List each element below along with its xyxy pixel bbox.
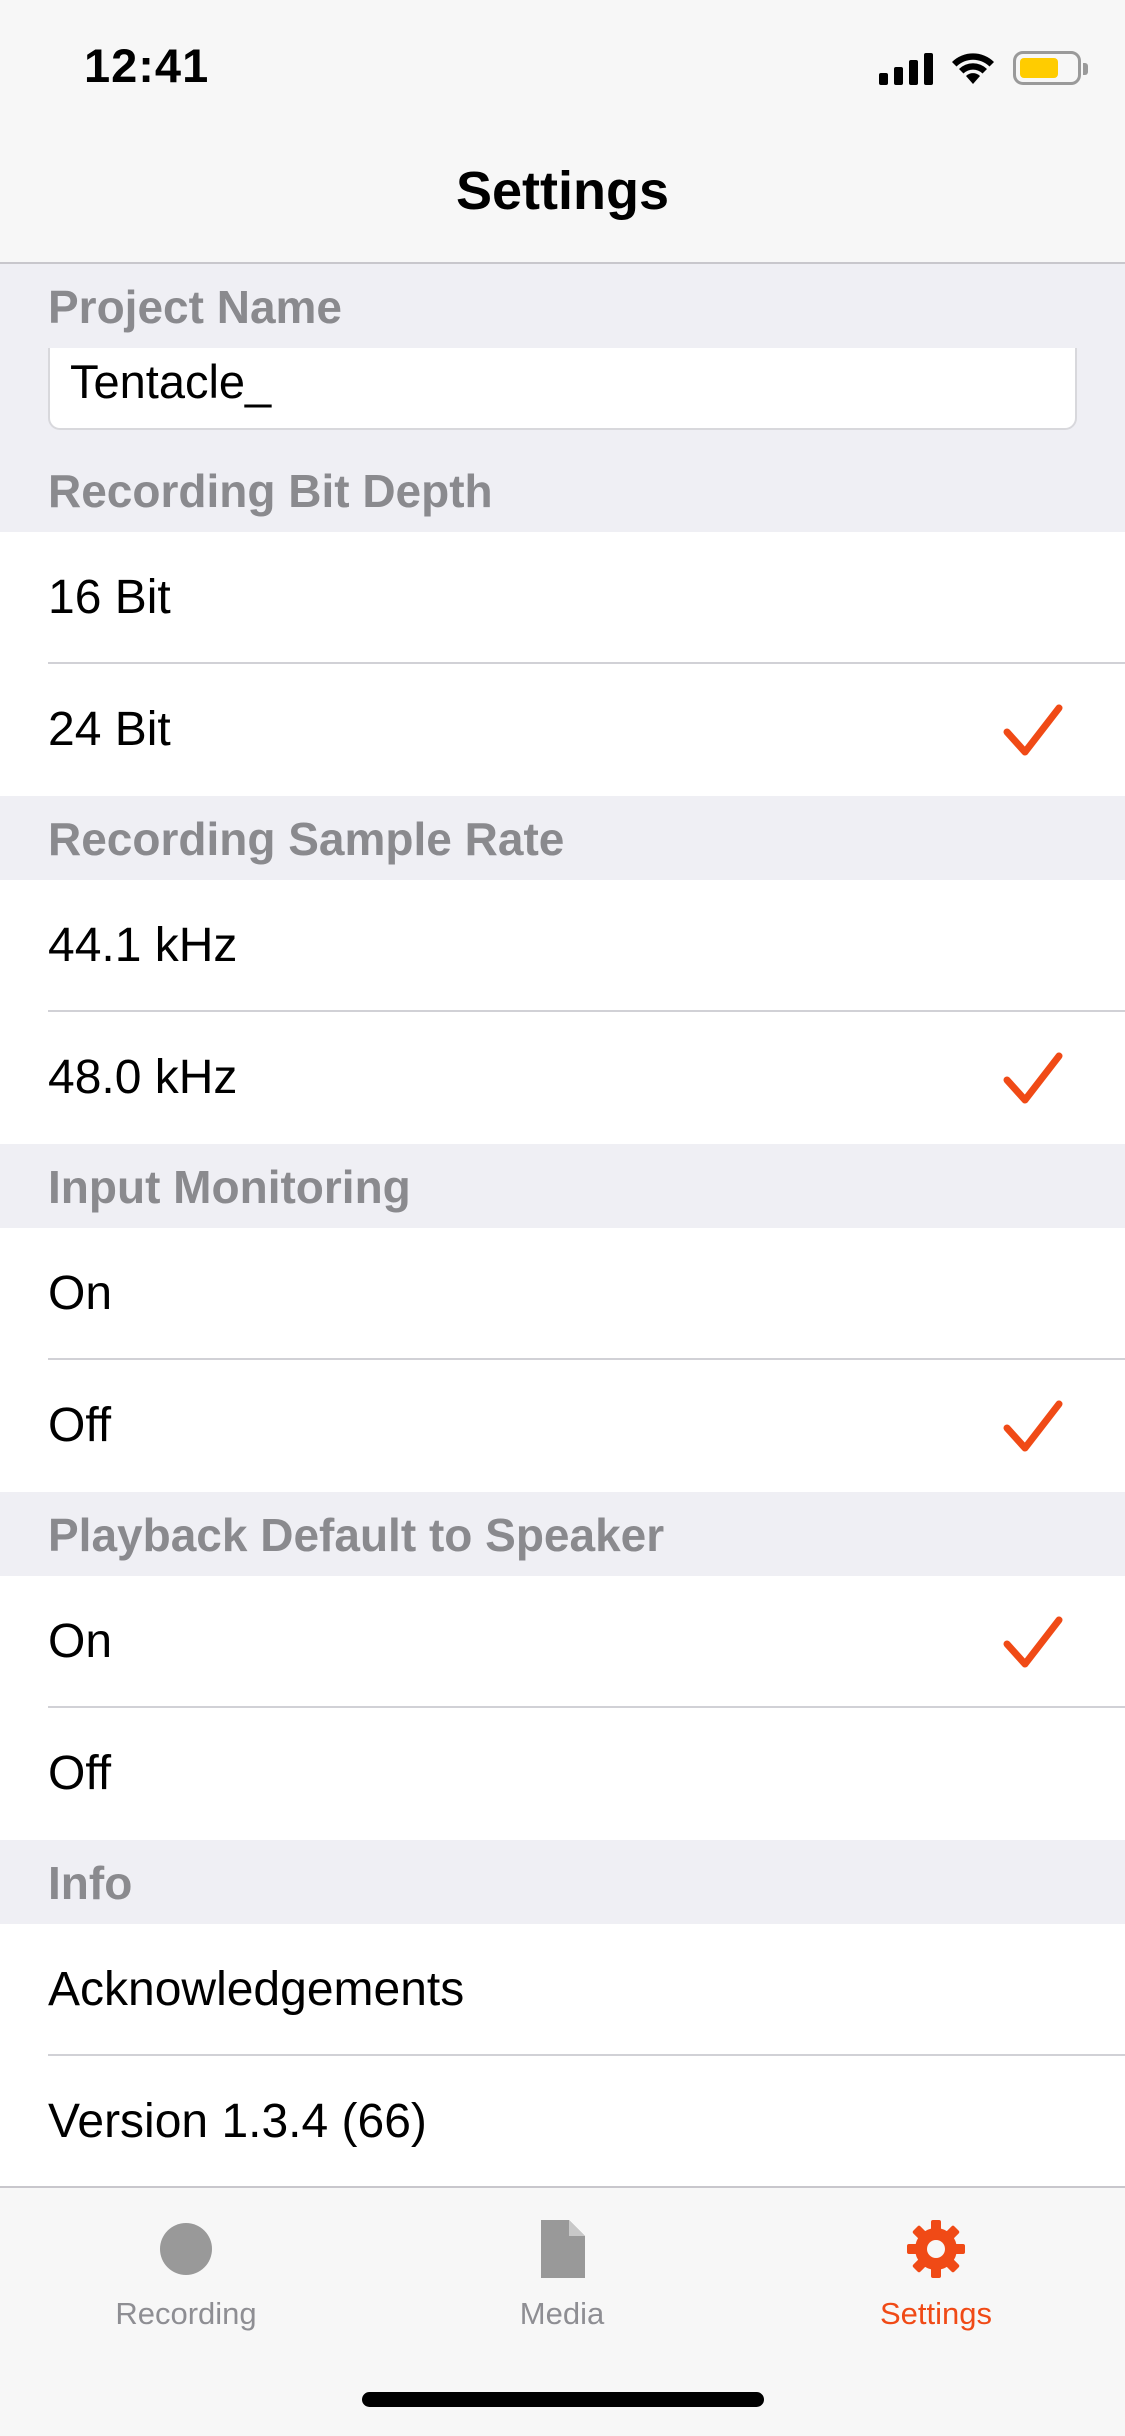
section-header-playback-speaker: Playback Default to Speaker — [0, 1492, 1125, 1576]
record-circle-icon — [160, 2223, 212, 2275]
section-header-input-monitoring: Input Monitoring — [0, 1144, 1125, 1228]
gear-icon — [907, 2220, 965, 2278]
checkmark-icon — [1003, 1400, 1063, 1452]
project-name-value: Tentacle_ — [70, 355, 272, 408]
project-name-field-container: Tentacle_ — [0, 348, 1125, 448]
tab-media[interactable]: Media — [412, 2216, 712, 2332]
option-48-khz[interactable]: 48.0 kHz — [0, 1012, 1125, 1144]
home-indicator[interactable] — [362, 2392, 764, 2407]
version-row: Version 1.3.4 (66) — [0, 2056, 1125, 2188]
option-speaker-off[interactable]: Off — [0, 1708, 1125, 1840]
checkmark-icon — [1003, 704, 1063, 756]
document-icon — [541, 2220, 585, 2278]
battery-level — [1020, 58, 1058, 78]
navigation-bar: 12:41 Settings — [0, 0, 1125, 264]
status-time: 12:41 — [84, 39, 210, 92]
section-header-sample-rate: Recording Sample Rate — [0, 796, 1125, 880]
battery-icon — [1013, 51, 1088, 85]
checkmark-icon — [1003, 1616, 1063, 1668]
wifi-icon — [952, 53, 994, 84]
section-header-project-name: Project Name — [0, 264, 1125, 348]
settings-screen: 12:41 Settings Project Name Tentacle_ Re — [0, 0, 1125, 2436]
project-name-input[interactable]: Tentacle_ — [48, 348, 1077, 430]
option-input-monitoring-off[interactable]: Off — [0, 1360, 1125, 1492]
section-header-bit-depth: Recording Bit Depth — [0, 448, 1125, 532]
acknowledgements-row[interactable]: Acknowledgements — [0, 1924, 1125, 2056]
option-speaker-on[interactable]: On — [0, 1576, 1125, 1708]
tab-recording[interactable]: Recording — [36, 2216, 336, 2332]
checkmark-icon — [1003, 1052, 1063, 1104]
cellular-signal-icon — [879, 51, 933, 85]
page-title: Settings — [455, 161, 670, 221]
option-16-bit[interactable]: 16 Bit — [0, 532, 1125, 664]
option-44-1-khz[interactable]: 44.1 kHz — [0, 880, 1125, 1012]
option-24-bit[interactable]: 24 Bit — [0, 664, 1125, 796]
tab-settings[interactable]: Settings — [786, 2216, 1086, 2332]
tab-bar: Recording Media Settings — [0, 2186, 1125, 2436]
option-input-monitoring-on[interactable]: On — [0, 1228, 1125, 1360]
section-header-info: Info — [0, 1840, 1125, 1924]
status-icons — [879, 48, 1088, 88]
